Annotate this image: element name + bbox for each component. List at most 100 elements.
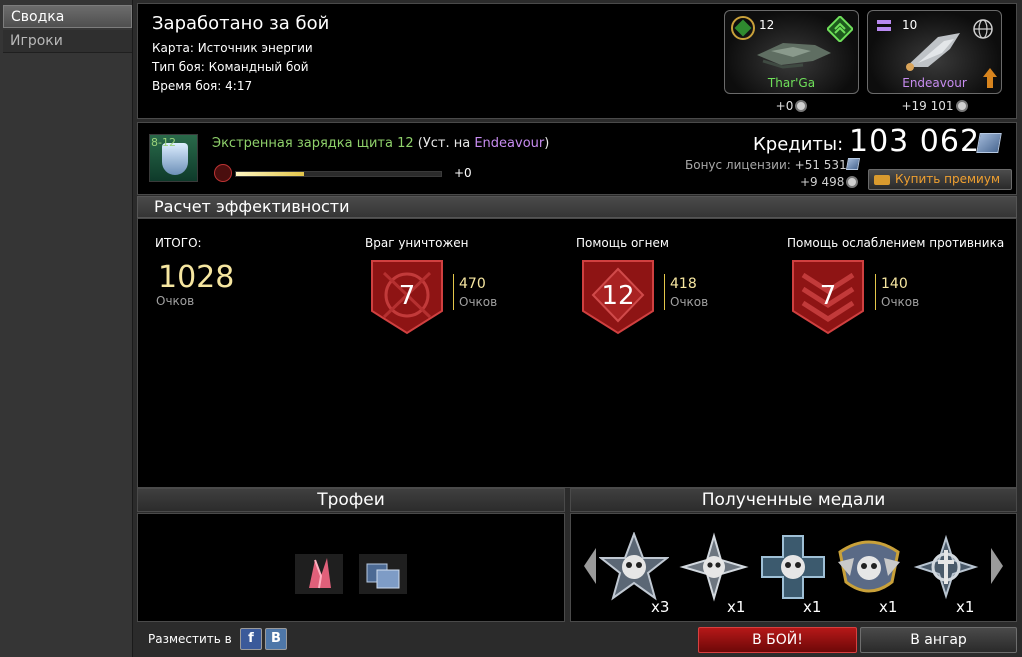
divider (664, 274, 665, 310)
stat-label: Помощь ослаблением противника (787, 236, 1005, 250)
stat-points: 418 (670, 276, 697, 292)
efficiency-title: Расчет эффективности (154, 197, 350, 216)
license-bonus: Бонус лицензии: +51 531 (685, 158, 847, 172)
facebook-share-button[interactable]: f (240, 628, 262, 650)
medals-next-arrow[interactable] (991, 548, 1003, 584)
globe-icon (973, 19, 993, 39)
total-label: ИТОГО: (155, 236, 202, 250)
medals-prev-arrow[interactable] (584, 548, 596, 584)
rewards-panel: 8-12 Экстренная зарядка щита 12 (Уст. на… (137, 122, 1017, 195)
gear-icon (795, 100, 808, 112)
stat-unit: Очков (459, 295, 498, 309)
ship-endeavour-image (906, 33, 960, 71)
skull-cross-medal-icon[interactable] (758, 532, 828, 602)
skull-star-medal-icon[interactable] (598, 531, 670, 602)
efficiency-header: Расчет эффективности (137, 196, 1017, 218)
stat-label: Помощь огнем (576, 236, 669, 250)
buy-premium-button[interactable]: Купить премиум (868, 169, 1012, 190)
fire-support-badge: 12 (581, 259, 655, 335)
battle-type-info: Тип боя: Командный бой (152, 60, 309, 74)
crystal-shape (309, 558, 331, 589)
gear-icon (955, 100, 968, 112)
enemy-destroyed-badge: 7 (370, 259, 444, 335)
ship-name: Endeavour (902, 76, 967, 90)
license-bonus-label: Бонус лицензии: (685, 158, 791, 172)
module-xp-gain: +0 (454, 166, 472, 180)
medal-shape (679, 532, 749, 602)
efficiency-panel: ИТОГО: 1028 Очков Враг уничтожен 7 470 О… (137, 218, 1017, 488)
ship-tharga-image (757, 43, 831, 69)
debuff-assist-badge: 7 (791, 259, 865, 335)
medal-shape (913, 534, 979, 600)
map-info: Карта: Источник энергии (152, 41, 313, 55)
license-sub-bonus: +9 498 (800, 175, 859, 189)
medal-count: x3 (651, 598, 670, 616)
ship-card-endeavour[interactable]: 10 Endeavour (867, 10, 1002, 94)
ship-card-tharga[interactable]: 12 Thar'Ga (724, 10, 859, 94)
medal-shape (838, 540, 900, 593)
module-install-suffix: ) (544, 136, 550, 151)
divider (875, 274, 876, 310)
skull-wings-medal-icon[interactable] (834, 532, 904, 602)
module-title: Экстренная зарядка щита 12 (Уст. на Ende… (212, 136, 549, 151)
stat-label: Враг уничтожен (365, 236, 469, 250)
battle-time-info: Время боя: 4:17 (152, 79, 253, 93)
trophies-panel (137, 513, 565, 622)
ship-reward-value: +19 101 (901, 99, 954, 113)
medal-count: x1 (803, 598, 822, 616)
medal-shape (761, 535, 825, 599)
gear-icon (846, 176, 859, 188)
to-hangar-button[interactable]: В ангар (860, 627, 1017, 653)
badge-count: 12 (601, 281, 635, 311)
ship-reward: +19 101 (867, 99, 1002, 113)
stat-unit: Очков (881, 295, 920, 309)
credits-value: 103 062 (849, 124, 981, 159)
medal-shape (598, 531, 670, 601)
badge-count: 7 (819, 281, 837, 311)
module-xp-icon (214, 164, 232, 182)
module-progress-bar (235, 171, 442, 177)
stat-points: 470 (459, 276, 486, 292)
skull-compass-medal-icon[interactable] (679, 532, 749, 602)
crystal-icon[interactable] (295, 554, 343, 594)
license-sub-value: +9 498 (800, 175, 845, 189)
medals-panel: x3 x1 x1 x1 x1 (570, 513, 1017, 622)
credits-label: Кредиты: (753, 134, 844, 155)
sword-star-medal-icon[interactable] (911, 532, 981, 602)
premium-ticket-icon (874, 175, 890, 185)
module-name: Экстренная зарядка щита 12 (212, 136, 414, 151)
ship-level: 12 (759, 18, 775, 32)
vk-share-button[interactable]: B (265, 628, 287, 650)
medal-count: x1 (727, 598, 746, 616)
medal-count: x1 (879, 598, 898, 616)
module-install-prefix: (Уст. на (413, 136, 475, 151)
trophies-header: Трофеи (137, 488, 565, 512)
rank-bars-icon (877, 20, 891, 31)
sidebar: Сводка Игроки (0, 0, 133, 657)
credits-icon (976, 133, 1002, 153)
module-level: 8-12 (151, 136, 176, 149)
ship-reward: +0 (724, 99, 859, 113)
module-install-ship: Endeavour (474, 136, 545, 151)
total-unit: Очков (156, 294, 195, 308)
medal-count: x1 (956, 598, 975, 616)
badge-count: 7 (398, 281, 416, 311)
stat-points: 140 (881, 276, 908, 292)
share-label: Разместить в (148, 632, 232, 646)
total-points: 1028 (158, 260, 235, 295)
tab-players[interactable]: Игроки (3, 30, 132, 53)
credits-small-icon (845, 158, 861, 170)
ship-name: Thar'Ga (767, 76, 816, 90)
to-battle-button[interactable]: В БОЙ! (698, 627, 857, 653)
module-progress-fill (236, 172, 304, 176)
tab-summary[interactable]: Сводка (3, 5, 132, 28)
credits-icon[interactable] (359, 554, 407, 594)
credits-stack-shape (366, 563, 400, 589)
divider (453, 274, 454, 310)
ship-reward-value: +0 (775, 99, 794, 113)
battle-summary-panel: Заработано за бой Карта: Источник энерги… (137, 3, 1017, 119)
license-bonus-value: +51 531 (794, 158, 847, 172)
page-title: Заработано за бой (152, 13, 330, 34)
medals-header: Полученные медали (570, 488, 1017, 512)
buy-premium-label: Купить премиум (895, 172, 1000, 186)
